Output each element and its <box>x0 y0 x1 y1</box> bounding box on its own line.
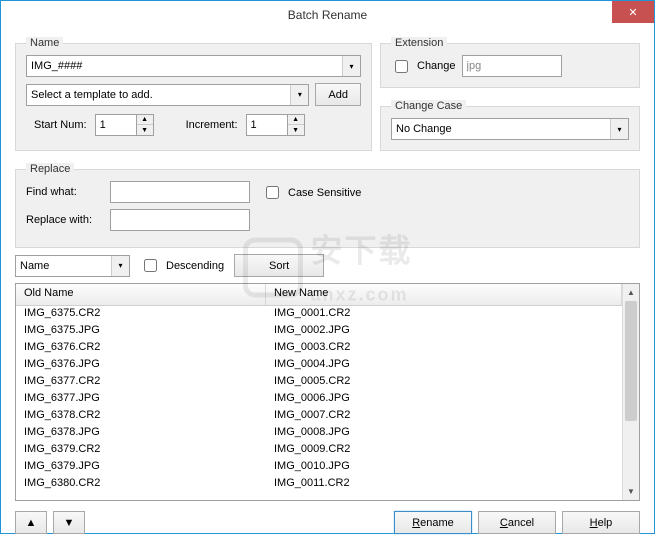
old-name-cell: IMG_6379.CR2 <box>16 442 266 459</box>
find-what-input[interactable] <box>110 181 250 203</box>
help-button[interactable]: Help <box>562 511 640 534</box>
window-title: Batch Rename <box>288 8 367 22</box>
table-row[interactable]: IMG_6378.CR2IMG_0007.CR2 <box>16 408 622 425</box>
column-old-name[interactable]: Old Name <box>16 284 266 305</box>
increment-down-icon[interactable]: ▼ <box>288 125 304 135</box>
template-dropdown-icon[interactable]: ▾ <box>290 85 308 105</box>
extension-fieldset: Extension Change <box>380 37 640 88</box>
name-legend: Name <box>26 37 63 49</box>
case-sensitive-label: Case Sensitive <box>288 187 361 199</box>
table-row[interactable]: IMG_6377.JPGIMG_0006.JPG <box>16 391 622 408</box>
change-case-legend: Change Case <box>391 100 466 112</box>
descending-checkbox[interactable] <box>144 259 157 272</box>
old-name-cell: IMG_6378.JPG <box>16 425 266 442</box>
new-name-cell: IMG_0008.JPG <box>266 425 622 442</box>
old-name-cell: IMG_6376.JPG <box>16 357 266 374</box>
old-name-cell: IMG_6378.CR2 <box>16 408 266 425</box>
titlebar: Batch Rename ✕ <box>1 1 654 29</box>
table-row[interactable]: IMG_6376.JPGIMG_0004.JPG <box>16 357 622 374</box>
increment-up-icon[interactable]: ▲ <box>288 115 304 125</box>
column-new-name[interactable]: New Name <box>266 284 622 305</box>
old-name-cell: IMG_6375.JPG <box>16 323 266 340</box>
new-name-cell: IMG_0001.CR2 <box>266 306 622 323</box>
replace-fieldset: Replace Find what: Replace with: Case Se… <box>15 163 640 248</box>
start-num-spinner[interactable]: ▲ ▼ <box>95 114 154 136</box>
sort-button[interactable]: Sort <box>234 254 324 277</box>
close-icon: ✕ <box>628 6 637 19</box>
scroll-thumb[interactable] <box>625 301 637 421</box>
start-num-up-icon[interactable]: ▲ <box>137 115 153 125</box>
name-pattern-dropdown-icon[interactable]: ▾ <box>342 56 360 76</box>
new-name-cell: IMG_0003.CR2 <box>266 340 622 357</box>
table-row[interactable]: IMG_6379.CR2IMG_0009.CR2 <box>16 442 622 459</box>
move-down-button[interactable]: ▼ <box>53 511 85 534</box>
old-name-cell: IMG_6376.CR2 <box>16 340 266 357</box>
template-select[interactable] <box>26 84 309 106</box>
name-pattern-input[interactable] <box>26 55 361 77</box>
new-name-cell: IMG_0007.CR2 <box>266 408 622 425</box>
find-what-label: Find what: <box>26 186 104 198</box>
scroll-up-icon[interactable]: ▲ <box>623 284 639 301</box>
change-case-dropdown-icon[interactable]: ▾ <box>610 119 628 139</box>
change-case-fieldset: Change Case ▾ <box>380 100 640 151</box>
table-row[interactable]: IMG_6379.JPGIMG_0010.JPG <box>16 459 622 476</box>
new-name-cell: IMG_0006.JPG <box>266 391 622 408</box>
table-row[interactable]: IMG_6378.JPGIMG_0008.JPG <box>16 425 622 442</box>
extension-legend: Extension <box>391 37 447 49</box>
table-row[interactable]: IMG_6375.CR2IMG_0001.CR2 <box>16 306 622 323</box>
extension-input <box>462 55 562 77</box>
add-template-button[interactable]: Add <box>315 83 361 106</box>
change-extension-label: Change <box>417 60 456 72</box>
file-list-table: Old Name New Name IMG_6375.CR2IMG_0001.C… <box>15 283 640 501</box>
new-name-cell: IMG_0010.JPG <box>266 459 622 476</box>
increment-input[interactable] <box>246 114 288 136</box>
close-button[interactable]: ✕ <box>612 1 654 23</box>
new-name-cell: IMG_0005.CR2 <box>266 374 622 391</box>
replace-legend: Replace <box>26 163 74 175</box>
old-name-cell: IMG_6375.CR2 <box>16 306 266 323</box>
scrollbar[interactable]: ▲ ▼ <box>622 284 639 500</box>
rename-button[interactable]: Rename <box>394 511 472 534</box>
move-up-button[interactable]: ▲ <box>15 511 47 534</box>
case-sensitive-checkbox[interactable] <box>266 186 279 199</box>
change-extension-checkbox[interactable] <box>395 60 408 73</box>
increment-spinner[interactable]: ▲ ▼ <box>246 114 305 136</box>
new-name-cell: IMG_0011.CR2 <box>266 476 622 493</box>
replace-with-input[interactable] <box>110 209 250 231</box>
increment-label: Increment: <box>186 119 238 131</box>
new-name-cell: IMG_0004.JPG <box>266 357 622 374</box>
start-num-down-icon[interactable]: ▼ <box>137 125 153 135</box>
table-row[interactable]: IMG_6377.CR2IMG_0005.CR2 <box>16 374 622 391</box>
descending-label: Descending <box>166 260 224 272</box>
new-name-cell: IMG_0009.CR2 <box>266 442 622 459</box>
old-name-cell: IMG_6377.JPG <box>16 391 266 408</box>
cancel-button[interactable]: Cancel <box>478 511 556 534</box>
old-name-cell: IMG_6377.CR2 <box>16 374 266 391</box>
start-num-input[interactable] <box>95 114 137 136</box>
start-num-label: Start Num: <box>34 119 87 131</box>
new-name-cell: IMG_0002.JPG <box>266 323 622 340</box>
table-row[interactable]: IMG_6380.CR2IMG_0011.CR2 <box>16 476 622 493</box>
replace-with-label: Replace with: <box>26 214 104 226</box>
scroll-down-icon[interactable]: ▼ <box>623 483 639 500</box>
table-row[interactable]: IMG_6376.CR2IMG_0003.CR2 <box>16 340 622 357</box>
old-name-cell: IMG_6380.CR2 <box>16 476 266 493</box>
table-row[interactable]: IMG_6375.JPGIMG_0002.JPG <box>16 323 622 340</box>
old-name-cell: IMG_6379.JPG <box>16 459 266 476</box>
sort-dropdown-icon[interactable]: ▾ <box>111 256 129 276</box>
name-fieldset: Name ▾ ▾ Add Start Num: <box>15 37 372 151</box>
batch-rename-dialog: Batch Rename ✕ Name ▾ ▾ Ad <box>0 0 655 534</box>
change-case-select[interactable] <box>391 118 629 140</box>
